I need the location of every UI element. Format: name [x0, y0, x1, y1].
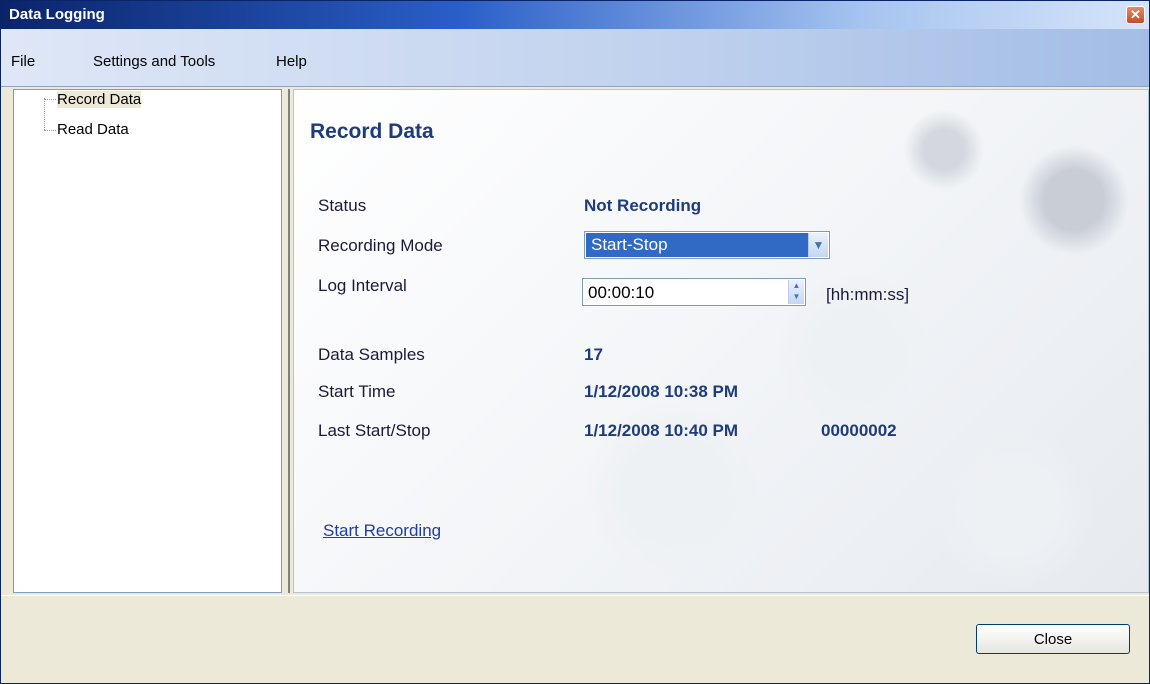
- close-icon[interactable]: ✕: [1126, 6, 1145, 24]
- chevron-down-icon[interactable]: ▼: [808, 233, 828, 257]
- menu-help[interactable]: Help: [276, 53, 307, 70]
- data-logging-window: Data Logging ✕ File Settings and Tools H…: [0, 0, 1150, 684]
- menu-file[interactable]: File: [11, 53, 35, 70]
- window-title: Data Logging: [9, 6, 105, 23]
- tree-item-record-data[interactable]: Record Data: [57, 91, 142, 108]
- start-recording-link[interactable]: Start Recording: [323, 521, 441, 541]
- tree-connector: [44, 98, 45, 130]
- panel-splitter[interactable]: [283, 89, 291, 593]
- recording-mode-label: Recording Mode: [318, 236, 443, 255]
- start-time-value: 1/12/2008 10:38 PM: [584, 382, 739, 401]
- dialog-footer: Close: [1, 595, 1149, 683]
- spin-updown-icon[interactable]: ▲ ▼: [788, 280, 804, 304]
- status-label: Status: [318, 196, 367, 215]
- recording-mode-value: Start-Stop: [586, 233, 808, 257]
- menu-bar: File Settings and Tools Help: [1, 29, 1149, 87]
- start-time-label: Start Time: [318, 382, 396, 401]
- tree-item-read-data[interactable]: Read Data: [57, 121, 129, 138]
- log-interval-value: 00:00:10: [588, 283, 655, 302]
- log-interval-label: Log Interval: [318, 276, 407, 295]
- close-button[interactable]: Close: [976, 624, 1130, 654]
- last-start-stop-value: 1/12/2008 10:40 PM: [584, 421, 739, 440]
- menu-settings-and-tools[interactable]: Settings and Tools: [93, 53, 215, 70]
- data-samples-label: Data Samples: [318, 345, 425, 364]
- last-start-stop-label: Last Start/Stop: [318, 421, 431, 440]
- log-interval-unit: [hh:mm:ss]: [826, 285, 910, 304]
- data-samples-value: 17: [584, 345, 603, 364]
- navigation-tree: Record Data Read Data: [13, 89, 282, 593]
- recording-mode-select[interactable]: Start-Stop ▼: [584, 231, 830, 259]
- status-value: Not Recording: [584, 196, 702, 215]
- last-start-stop-count: 00000002: [821, 421, 897, 440]
- tree-connector: [44, 130, 56, 131]
- log-interval-spinner[interactable]: 00:00:10 ▲ ▼: [582, 278, 806, 306]
- tree-connector: [44, 99, 56, 100]
- record-data-panel: Record Data Status Not Recording Recordi…: [293, 89, 1149, 593]
- title-bar: Data Logging ✕: [1, 1, 1149, 29]
- panel-title: Record Data: [310, 120, 434, 143]
